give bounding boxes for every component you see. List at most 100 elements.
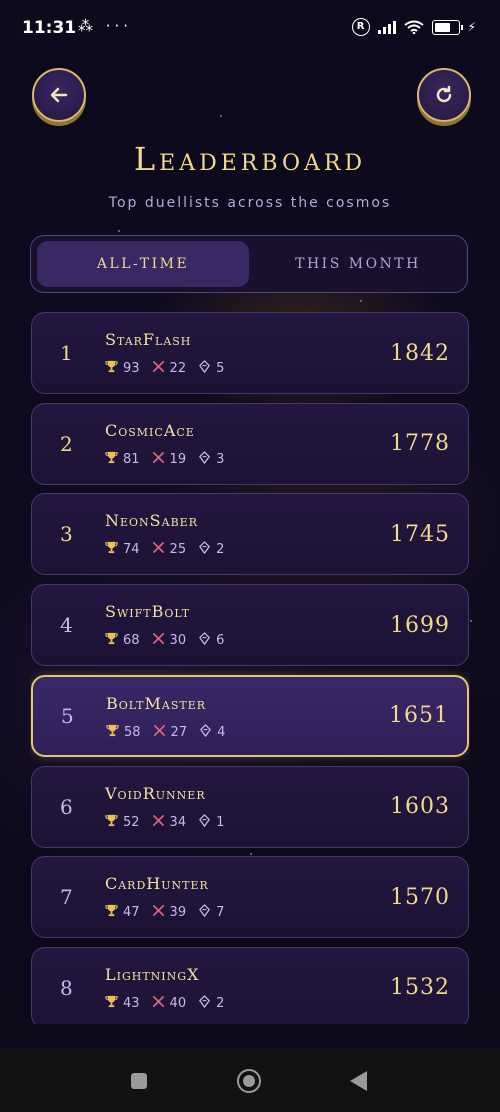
- streak-stat: 2: [198, 995, 224, 1012]
- back-button[interactable]: [32, 68, 86, 122]
- trophy-icon: [105, 632, 118, 649]
- cross-icon: [152, 541, 165, 558]
- leaderboard-row[interactable]: 1 StarFlash 93 22 5 1842: [31, 312, 469, 394]
- gem-icon: [199, 724, 212, 741]
- leaderboard-row[interactable]: 6 VoidRunner 52 34 1 1603: [31, 765, 469, 848]
- wifi-icon: [403, 20, 424, 34]
- losses-stat: 40: [152, 995, 186, 1012]
- player-name: SwiftBolt: [105, 602, 191, 622]
- tab-this-month[interactable]: THIS MONTH: [253, 241, 463, 287]
- losses-count: 22: [169, 361, 187, 376]
- wins-count: 43: [123, 995, 140, 1011]
- recents-button[interactable]: [131, 1073, 147, 1089]
- registered-icon: R: [351, 18, 370, 36]
- player-name: LightningX: [105, 964, 200, 984]
- leaderboard-row[interactable]: 2 CosmicAce 81 19 3 1778: [31, 402, 469, 485]
- gem-icon: [198, 450, 211, 468]
- streak-stat: 4: [199, 724, 225, 741]
- page-title: Leaderboard: [133, 140, 367, 178]
- refresh-button[interactable]: [417, 68, 471, 122]
- player-score: 1570: [390, 884, 450, 910]
- losses-count: 25: [169, 542, 187, 558]
- wins-count: 93: [123, 361, 140, 376]
- wins-stat: 58: [106, 724, 141, 741]
- leaderboard-row-current-user[interactable]: 5 BoltMaster 58 27 4 1651: [31, 674, 469, 757]
- wins-stat: 47: [105, 904, 140, 921]
- wins-stat: 74: [105, 541, 140, 558]
- refresh-icon: [436, 85, 452, 103]
- player-stats: 68 30 6: [105, 632, 224, 649]
- tab-all-time[interactable]: ALL-TIME: [37, 241, 249, 287]
- home-button[interactable]: [237, 1069, 261, 1093]
- charging-icon: ⚡: [467, 20, 476, 34]
- wins-stat: 81: [105, 451, 140, 468]
- trophy-icon: [105, 995, 118, 1012]
- wins-stat: 43: [105, 995, 140, 1012]
- player-stats: 58 27 4: [106, 724, 225, 741]
- period-tabs: ALL-TIME THIS MONTH: [30, 235, 468, 293]
- leaderboard-row[interactable]: 4 SwiftBolt 68 30 6 1699: [31, 584, 469, 667]
- player-name: CardHunter: [105, 874, 209, 894]
- player-stats: 43 40 2: [105, 995, 224, 1012]
- streak-count: 6: [216, 633, 225, 649]
- signal-icon: [377, 20, 396, 34]
- wins-count: 52: [123, 814, 140, 830]
- wins-count: 74: [123, 542, 140, 558]
- cross-icon: [152, 904, 165, 921]
- cross-icon: [153, 724, 166, 741]
- streak-stat: 1: [198, 813, 225, 831]
- gem-icon: [198, 360, 211, 377]
- rank-number: 3: [60, 522, 73, 547]
- losses-stat: 39: [152, 904, 186, 921]
- streak-stat: 5: [198, 360, 224, 377]
- trophy-icon: [105, 360, 118, 377]
- player-score: 1745: [390, 521, 450, 547]
- rank-number: 1: [60, 341, 73, 365]
- streak-count: 2: [216, 995, 225, 1011]
- wins-stat: 52: [105, 814, 140, 831]
- losses-count: 34: [169, 814, 187, 830]
- rank-number: 8: [60, 975, 73, 1000]
- losses-count: 27: [170, 724, 188, 740]
- leaderboard-list[interactable]: 1 StarFlash 93 22 5 1842 2 CosmicAce 81 19 3 1778 3 N…: [30, 312, 470, 1024]
- trophy-icon: [105, 904, 118, 921]
- rank-number: 7: [60, 885, 73, 910]
- rank-number: 2: [60, 431, 73, 456]
- player-stats: 47 39 7: [105, 904, 224, 921]
- streak-count: 3: [216, 451, 225, 467]
- streak-stat: 6: [198, 632, 224, 649]
- player-name: CosmicAce: [105, 420, 195, 440]
- status-time: 11:31: [22, 18, 77, 38]
- gem-icon: [198, 995, 211, 1012]
- losses-stat: 19: [152, 451, 187, 468]
- streak-stat: 7: [198, 904, 224, 921]
- player-score: 1651: [389, 703, 449, 729]
- system-nav-bar: [0, 1048, 500, 1112]
- battery-icon: [431, 19, 463, 35]
- player-score: 1532: [390, 975, 450, 1001]
- losses-stat: 22: [152, 360, 187, 377]
- arrow-left-icon: [50, 87, 68, 103]
- trophy-icon: [106, 724, 119, 741]
- gem-icon: [198, 904, 211, 921]
- streak-count: 1: [216, 814, 225, 830]
- wins-stat: 93: [105, 360, 140, 377]
- losses-count: 19: [169, 451, 187, 467]
- leaderboard-row[interactable]: 7 CardHunter 47 39 7 1570: [31, 856, 469, 939]
- wins-stat: 68: [105, 632, 140, 649]
- player-name: StarFlash: [105, 330, 192, 349]
- leaderboard-row[interactable]: 3 NeonSaber 74 25 2 1745: [31, 493, 469, 576]
- cross-icon: [152, 360, 165, 377]
- wins-count: 47: [123, 905, 140, 921]
- player-name: BoltMaster: [106, 693, 207, 713]
- trophy-icon: [105, 541, 118, 558]
- streak-stat: 2: [198, 541, 224, 558]
- player-score: 1842: [390, 340, 450, 366]
- losses-count: 30: [169, 633, 187, 649]
- cross-icon: [152, 632, 165, 649]
- losses-stat: 27: [153, 724, 188, 741]
- cross-icon: [152, 995, 165, 1012]
- streak-count: 5: [216, 361, 225, 376]
- leaderboard-row[interactable]: 8 LightningX 43 40 2 1532: [31, 946, 469, 1024]
- back-nav-button[interactable]: [350, 1071, 367, 1091]
